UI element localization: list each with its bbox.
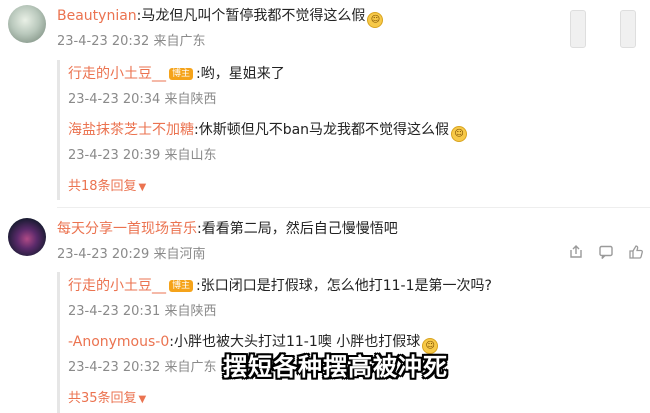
- blogger-badge: 博主: [169, 280, 194, 292]
- reply-meta: 23-4-23 20:31 来自陕西: [68, 303, 217, 321]
- reply-meta: 23-4-23 20:39 来自山东: [68, 147, 217, 165]
- comment-username[interactable]: Beautynian: [57, 8, 137, 24]
- divider: [57, 207, 650, 208]
- caret-down-icon: ▼: [138, 394, 147, 405]
- comment-main: Beautynian:马龙但凡叫个暂停我都不觉得这么假 ☺: [57, 7, 384, 28]
- comment-meta: 23-4-23 20:29 来自河南: [57, 246, 206, 264]
- reply-username[interactable]: 海盐抹茶芝士不加糖: [68, 122, 194, 138]
- comment-meta: 23-4-23 20:32 来自广东: [57, 33, 206, 51]
- reply-location: 来自陕西: [164, 304, 217, 319]
- expand-replies-link[interactable]: 共35条回复 ▼: [68, 390, 146, 409]
- scroll-hint: [620, 10, 636, 48]
- reply-meta: 23-4-23 20:32 来自广东: [68, 359, 217, 377]
- comment-text: :看看第二局，然后自己慢慢悟吧: [197, 221, 398, 237]
- comment-date: 23-4-23 20:29: [57, 247, 150, 262]
- caret-down-icon: ▼: [138, 182, 147, 193]
- smile-emoji-icon: ☺: [451, 126, 468, 142]
- reply-meta: 23-4-23 20:34 来自陕西: [68, 91, 217, 109]
- blogger-badge: 博主: [169, 68, 194, 80]
- comment-username[interactable]: 每天分享一首现场音乐: [57, 221, 197, 237]
- reply-thread-bar: [57, 272, 60, 413]
- reply-thread-bar: [57, 60, 60, 200]
- avatar[interactable]: [8, 5, 46, 43]
- scroll-hint: [570, 10, 586, 48]
- comment-location: 来自广东: [153, 34, 206, 49]
- reply-date: 23-4-23 20:34: [68, 92, 161, 107]
- comment-main: 每天分享一首现场音乐:看看第二局，然后自己慢慢悟吧: [57, 220, 398, 238]
- comment-location: 来自河南: [153, 247, 206, 262]
- avatar[interactable]: [8, 218, 46, 256]
- expand-replies-link[interactable]: 共18条回复 ▼: [68, 178, 146, 197]
- reply-item: 海盐抹茶芝士不加糖:休斯顿但凡不ban马龙我都不觉得这么假 ☺: [68, 121, 468, 142]
- reply-item: 行走的小土豆__ 博主:哟，星姐来了: [68, 65, 285, 83]
- like-icon[interactable]: [628, 244, 644, 264]
- reply-location: 来自山东: [164, 148, 217, 163]
- reply-location: 来自陕西: [164, 92, 217, 107]
- reply-date: 23-4-23 20:39: [68, 148, 161, 163]
- reply-location: 来自广东: [164, 360, 217, 375]
- reply-text: :哟，星姐来了: [196, 66, 285, 82]
- reply-date: 23-4-23 20:31: [68, 304, 161, 319]
- comment-icon[interactable]: [598, 244, 614, 264]
- reply-text: :张口闭口是打假球，怎么他打11-1是第一次吗?: [196, 278, 492, 294]
- reply-date: 23-4-23 20:32: [68, 360, 161, 375]
- video-caption: 摆短各种摆高被冲死: [223, 353, 448, 381]
- reply-username[interactable]: -Anonymous-0: [68, 334, 169, 350]
- expand-replies-label: 共18条回复: [68, 179, 137, 194]
- reply-text: :休斯顿但凡不ban马龙我都不觉得这么假: [194, 122, 450, 138]
- reply-username[interactable]: 行走的小土豆__: [68, 278, 166, 294]
- share-icon[interactable]: [568, 244, 584, 264]
- expand-replies-label: 共35条回复: [68, 391, 137, 406]
- comment-date: 23-4-23 20:32: [57, 34, 150, 49]
- comment-text: :马龙但凡叫个暂停我都不觉得这么假: [136, 8, 366, 24]
- smile-emoji-icon: ☺: [367, 12, 384, 28]
- reply-username[interactable]: 行走的小土豆__: [68, 66, 166, 82]
- reply-item: 行走的小土豆__ 博主:张口闭口是打假球，怎么他打11-1是第一次吗?: [68, 277, 492, 295]
